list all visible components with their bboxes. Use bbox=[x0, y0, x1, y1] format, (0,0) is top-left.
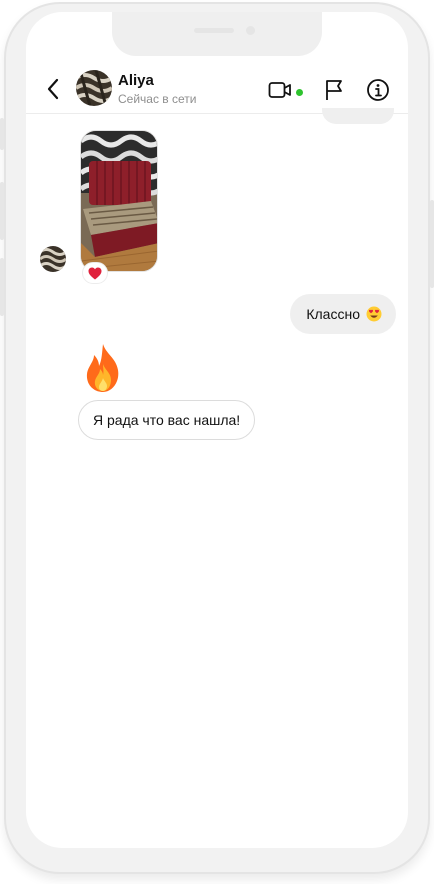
contact-name[interactable]: Aliya bbox=[118, 72, 154, 89]
side-button bbox=[0, 118, 4, 150]
screen: Aliya Сейчас в сети Классно Я рада что в… bbox=[26, 12, 408, 848]
info-icon bbox=[367, 79, 389, 101]
online-status: Сейчас в сети bbox=[118, 92, 197, 106]
avatar[interactable] bbox=[76, 70, 112, 106]
sender-avatar[interactable] bbox=[40, 246, 66, 272]
heart-reaction[interactable] bbox=[82, 262, 108, 284]
side-button bbox=[0, 258, 4, 316]
message-text: Я рада что вас нашла! bbox=[93, 412, 241, 428]
outgoing-message[interactable]: Классно bbox=[290, 294, 396, 334]
fire-emoji-icon[interactable] bbox=[80, 342, 126, 394]
heart-eyes-emoji-icon bbox=[366, 306, 382, 322]
incoming-message[interactable]: Я рада что вас нашла! bbox=[78, 400, 256, 440]
report-button[interactable] bbox=[320, 76, 348, 104]
heart-icon bbox=[88, 267, 102, 279]
front-camera bbox=[246, 26, 255, 35]
flag-icon bbox=[326, 80, 342, 100]
video-call-icon bbox=[268, 82, 291, 98]
message-text: Классно bbox=[306, 306, 360, 322]
back-icon bbox=[47, 78, 59, 100]
back-button[interactable] bbox=[40, 76, 66, 102]
speaker bbox=[194, 28, 234, 33]
notch bbox=[112, 12, 322, 56]
side-button bbox=[0, 182, 4, 240]
online-indicator bbox=[296, 89, 303, 96]
side-button bbox=[430, 200, 434, 288]
photo-message[interactable] bbox=[80, 130, 158, 272]
video-call-button[interactable] bbox=[266, 76, 294, 104]
previous-message-bubble bbox=[322, 108, 394, 124]
info-button[interactable] bbox=[364, 76, 392, 104]
